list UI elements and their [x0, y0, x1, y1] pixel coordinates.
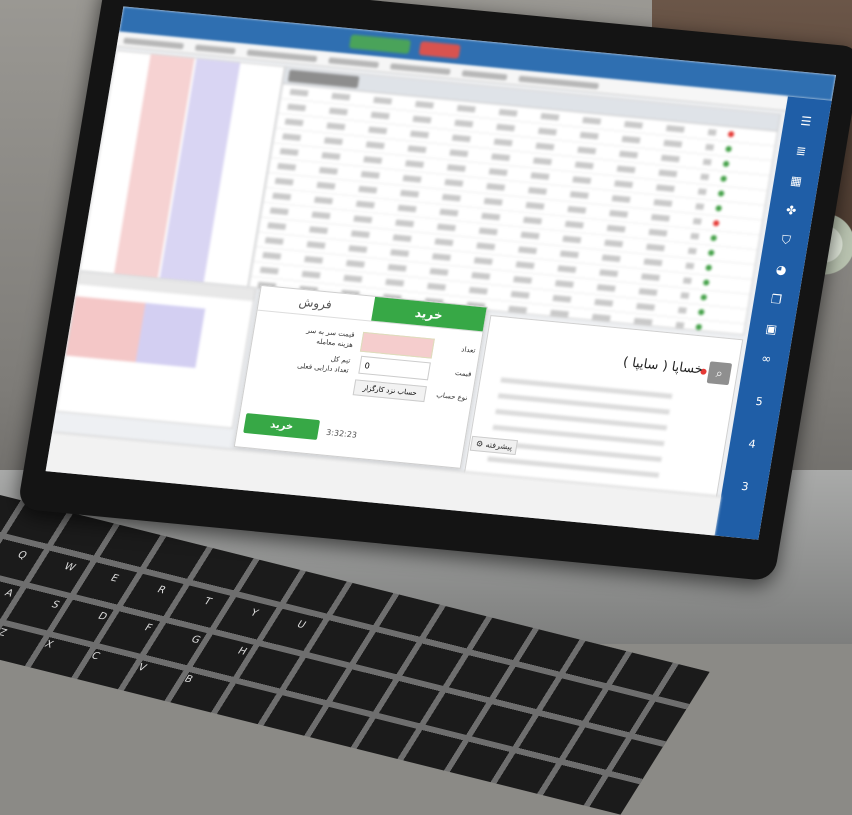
breakeven-price-label: قیمت سر به سر — [305, 326, 356, 340]
workspace-4[interactable]: 4 — [729, 436, 775, 453]
app-screen: ☰ ≣ ▦ ✤ ⛉ ◕ ❐ ▣ ∞ 5 4 3 فروش خرید تعداد … — [45, 6, 837, 540]
order-entry-panel: فروش خرید تعداد قیمت 0 نوع حساب حساب نزد… — [233, 284, 488, 469]
account-type-select[interactable]: حساب نزد کارگزار — [352, 379, 427, 403]
search-icon[interactable]: ⌕ — [706, 361, 733, 386]
symbol-title: خساپا ( سایپا ) — [621, 355, 704, 378]
workspace-5[interactable]: 5 — [736, 393, 782, 410]
list-icon[interactable]: ≣ — [791, 143, 811, 159]
group-icon[interactable]: ✤ — [781, 203, 801, 219]
account-type-label: نوع حساب — [435, 391, 469, 403]
pie-icon[interactable]: ◕ — [771, 262, 791, 278]
price-label: قیمت — [454, 368, 473, 379]
price-input[interactable]: 0 — [358, 355, 431, 381]
layers-icon[interactable]: ❐ — [766, 292, 786, 308]
buy-depth — [135, 302, 206, 368]
sell-depth — [65, 296, 146, 363]
buy-button[interactable]: خرید — [243, 413, 321, 440]
trade-cost-label: هزینه معامله — [315, 337, 354, 349]
total-label: تیم کل — [330, 354, 351, 365]
clock: 3:32:23 — [325, 427, 358, 440]
menu-icon[interactable]: ☰ — [796, 114, 816, 130]
gear-icon: ⚙ — [475, 439, 484, 449]
alert-pill — [418, 41, 461, 59]
status-pill — [348, 34, 412, 54]
chart-icon[interactable]: ▦ — [786, 173, 806, 189]
workspace-3[interactable]: 3 — [722, 478, 768, 495]
filter-icon[interactable]: ⛉ — [776, 232, 796, 248]
advanced-label: پیشرفته — [484, 440, 514, 452]
wallet-icon[interactable]: ▣ — [761, 321, 781, 337]
quantity-label: تعداد — [460, 345, 477, 355]
binoculars-icon[interactable]: ∞ — [756, 351, 776, 367]
quantity-input[interactable] — [359, 331, 435, 359]
laptop: ☰ ≣ ▦ ✤ ⛉ ◕ ❐ ▣ ∞ 5 4 3 فروش خرید تعداد … — [17, 0, 852, 582]
order-book — [55, 271, 257, 429]
